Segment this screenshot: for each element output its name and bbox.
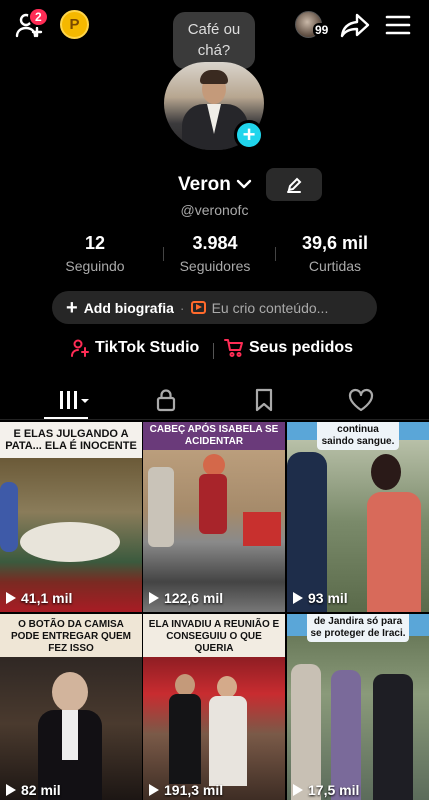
play-icon: [149, 592, 159, 604]
creator-label[interactable]: Eu crio conteúdo...: [212, 300, 329, 316]
video-grid: E ELAS JULGANDO A PATA... ELA É INOCENTE…: [0, 422, 429, 800]
cart-icon: [224, 339, 243, 357]
tab-private[interactable]: [112, 380, 219, 420]
tab-videos[interactable]: [20, 380, 127, 420]
stat-value: 12: [84, 233, 106, 253]
video-views: 41,1 mil: [6, 590, 72, 606]
video-icon: [190, 301, 206, 314]
stat-label: Seguidores: [179, 258, 251, 274]
orders-link[interactable]: Seus pedidos: [224, 338, 353, 358]
play-icon: [149, 784, 159, 796]
edit-profile-button[interactable]: [266, 168, 322, 201]
video-views: 191,3 mil: [149, 782, 223, 798]
video-views: 17,5 mil: [293, 782, 359, 798]
play-icon: [6, 784, 16, 796]
video-caption: ELA INVADIU A REUNIÃO E CONSEGUIU O QUE …: [143, 617, 285, 657]
play-icon: [293, 784, 303, 796]
lock-icon: [156, 389, 175, 412]
stat-value: 3.984: [192, 233, 238, 253]
video-caption: continua saindo sangue.: [317, 422, 399, 450]
tiktok-studio-link[interactable]: TikTok Studio: [70, 338, 199, 358]
studio-label: TikTok Studio: [95, 339, 200, 356]
stat-label: Seguindo: [65, 258, 125, 274]
views-count: 93 mil: [308, 590, 348, 606]
name-row: Veron: [0, 168, 429, 204]
play-icon: [6, 592, 16, 604]
links-row: TikTok Studio Seus pedidos: [0, 338, 429, 364]
video-views: 82 mil: [6, 782, 61, 798]
plus-icon: +: [66, 296, 78, 319]
video-thumbnail[interactable]: ELA INVADIU A REUNIÃO E CONSEGUIU O QUE …: [143, 614, 285, 800]
notification-badge: 2: [28, 7, 49, 27]
views-count: 17,5 mil: [308, 782, 360, 798]
video-thumbnail[interactable]: CABEÇ APÓS ISABELA SE ACIDENTAR 122,6 mi…: [143, 422, 285, 612]
video-caption: CABEÇ APÓS ISABELA SE ACIDENTAR: [143, 422, 285, 450]
coin-icon[interactable]: P: [60, 10, 89, 39]
video-thumbnail[interactable]: continua saindo sangue. 93 mil: [287, 422, 429, 612]
stat-following[interactable]: 12 Seguindo: [40, 233, 150, 274]
video-thumbnail[interactable]: O BOTÃO DA CAMISA PODE ENTREGAR QUEM FEZ…: [0, 614, 142, 800]
orders-label: Seus pedidos: [249, 339, 354, 356]
menu-icon[interactable]: [383, 12, 413, 38]
active-tab-indicator: [44, 417, 88, 419]
views-count: 122,6 mil: [164, 590, 224, 606]
studio-icon: [71, 339, 89, 357]
separator-dot: ·: [179, 299, 185, 316]
profile-name[interactable]: Veron: [178, 174, 231, 196]
video-caption: de Jandira só para se proteger de Iraci.: [307, 614, 409, 642]
add-bio-label[interactable]: Add biografia: [84, 300, 174, 316]
video-thumbnail[interactable]: de Jandira só para se proteger de Iraci.…: [287, 614, 429, 800]
tab-saved[interactable]: [210, 380, 317, 420]
heart-icon: [348, 388, 373, 412]
video-thumbnail[interactable]: E ELAS JULGANDO A PATA... ELA É INOCENTE…: [0, 422, 142, 612]
stat-value: 39,6 mil: [301, 233, 369, 253]
pencil-icon: [287, 177, 302, 193]
tab-liked[interactable]: [307, 380, 414, 420]
video-views: 122,6 mil: [149, 590, 223, 606]
video-caption: O BOTÃO DA CAMISA PODE ENTREGAR QUEM FEZ…: [0, 617, 142, 657]
grid-icon: [59, 391, 89, 409]
username: @veronofc: [180, 202, 249, 218]
views-count: 41,1 mil: [21, 590, 73, 606]
status-bubble[interactable]: Café ou chá?: [173, 12, 255, 69]
divider: [275, 247, 276, 261]
play-icon: [293, 592, 303, 604]
video-caption: E ELAS JULGANDO A PATA... ELA É INOCENTE: [0, 426, 142, 454]
stat-followers[interactable]: 3.984 Seguidores: [160, 233, 270, 274]
bookmark-icon: [255, 388, 272, 412]
views-count: 82 mil: [21, 782, 61, 798]
stat-likes[interactable]: 39,6 mil Curtidas: [280, 233, 390, 274]
chevron-down-icon[interactable]: [236, 176, 252, 197]
share-icon[interactable]: [339, 10, 371, 40]
stats-row: 12 Seguindo 3.984 Seguidores 39,6 mil Cu…: [0, 233, 429, 277]
views-count: 191,3 mil: [164, 782, 224, 798]
bio-pill[interactable]: + Add biografia · Eu crio conteúdo...: [52, 291, 377, 324]
video-views: 93 mil: [293, 590, 348, 606]
profile-avatar-wrap[interactable]: +: [164, 62, 264, 150]
profile-tabs: [0, 380, 429, 420]
friends-count: 99: [313, 23, 331, 37]
stat-label: Curtidas: [308, 258, 362, 274]
add-story-button[interactable]: +: [234, 120, 264, 150]
divider: [213, 343, 214, 359]
